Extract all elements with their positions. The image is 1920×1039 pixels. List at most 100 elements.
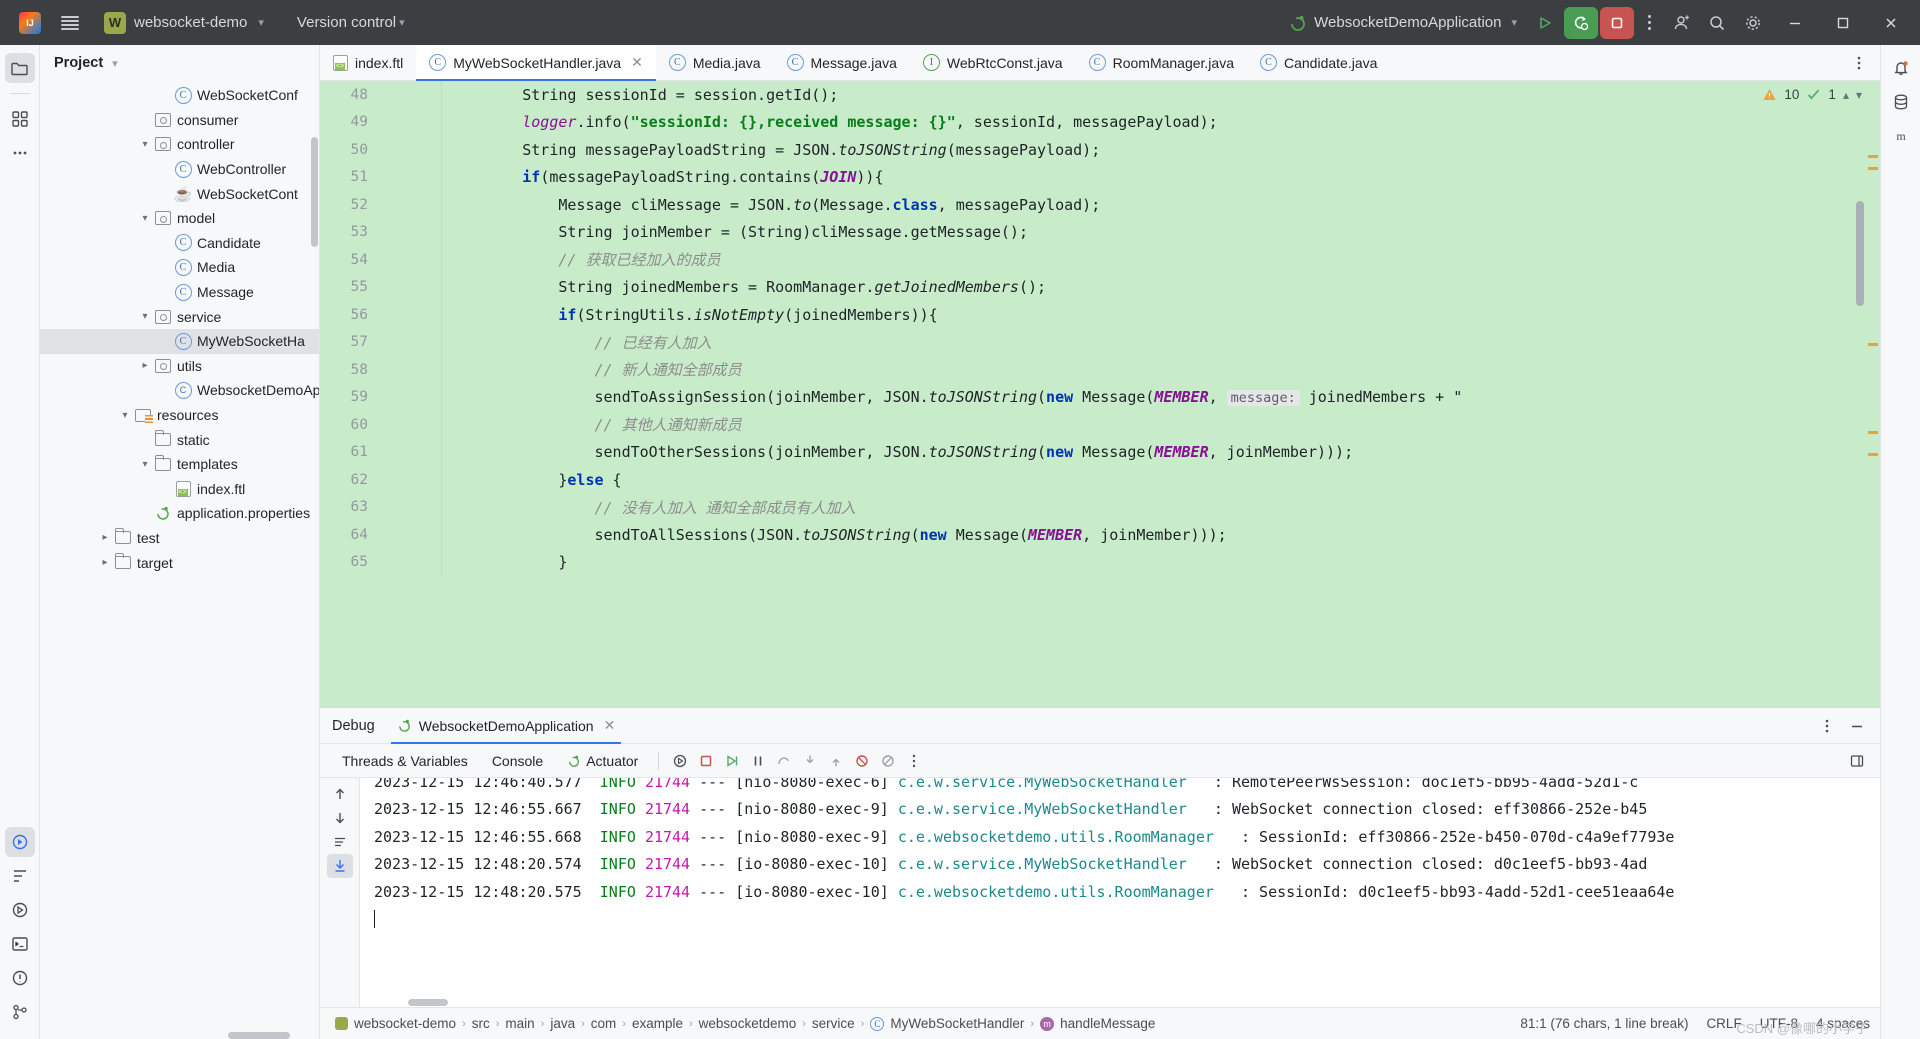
code-line-50[interactable]: 50 String messagePayloadString = JSON.to… [320, 136, 1880, 164]
more-options-icon[interactable] [901, 749, 927, 773]
tree-item-websocketdemoap[interactable]: C WebsocketDemoAp [40, 378, 319, 403]
inspection-widget[interactable]: 10 1 ▴ ▾ [1762, 87, 1862, 102]
chevron-down-icon[interactable]: ▾ [136, 213, 154, 224]
debug-tab-actuator[interactable]: Actuator [555, 749, 650, 773]
step-out-icon[interactable] [823, 749, 849, 773]
database-icon[interactable] [1886, 87, 1916, 117]
tree-vertical-scrollbar[interactable] [311, 137, 318, 247]
chevron-down-icon[interactable]: ▾ [136, 311, 154, 322]
code-folding-gutter[interactable] [382, 218, 442, 246]
code-line-49[interactable]: 49 logger.info("sessionId: {},received m… [320, 108, 1880, 136]
code-folding-gutter[interactable] [382, 438, 442, 466]
structure-icon[interactable] [5, 104, 35, 134]
code-folding-gutter[interactable] [382, 383, 442, 411]
code-line-48[interactable]: 48 String sessionId = session.getId(); [320, 81, 1880, 109]
breadcrumb-item-main[interactable]: main [500, 1014, 539, 1033]
chevron-down-icon[interactable]: ▾ [136, 139, 154, 150]
debug-restart-icon[interactable] [1564, 6, 1598, 39]
code-line-64[interactable]: 64 sendToAllSessions(JSON.toJSONString(n… [320, 521, 1880, 549]
git-icon[interactable] [5, 997, 35, 1027]
scroll-down-icon[interactable] [327, 806, 353, 830]
breadcrumb-item-example[interactable]: example [627, 1014, 688, 1033]
breadcrumb-item-com[interactable]: com [586, 1014, 622, 1033]
debug-icon[interactable] [4, 827, 35, 857]
close-icon[interactable]: ✕ [631, 54, 643, 71]
editor-tab-webrtcconst-java[interactable]: I WebRtcConst.java [910, 45, 1076, 80]
project-folder-icon[interactable] [4, 53, 35, 83]
mute-breakpoints-icon[interactable] [849, 749, 875, 773]
code-folding-gutter[interactable] [382, 521, 442, 549]
maximize-icon[interactable] [1820, 0, 1866, 45]
code-line-55[interactable]: 55 String joinedMembers = RoomManager.ge… [320, 273, 1880, 301]
code-folding-gutter[interactable] [382, 548, 442, 576]
code-line-65[interactable]: 65 } [320, 548, 1880, 576]
breadcrumb-item-service[interactable]: service [807, 1014, 860, 1033]
code-line-60[interactable]: 60 // 其他人通知新成员 [320, 411, 1880, 439]
breadcrumb-item-websocket-demo[interactable]: websocket-demo [330, 1014, 461, 1033]
code-line-57[interactable]: 57 // 已经有人加入 [320, 328, 1880, 356]
more-options-icon[interactable] [1814, 714, 1840, 738]
disable-breakpoints-icon[interactable] [875, 749, 901, 773]
editor-vertical-scrollbar[interactable] [1856, 201, 1864, 306]
notifications-icon[interactable] [1886, 53, 1916, 83]
close-icon[interactable]: ✕ [604, 717, 616, 734]
code-line-54[interactable]: 54 // 获取已经加入的成员 [320, 246, 1880, 274]
tree-item-media[interactable]: C Media [40, 255, 319, 280]
resume-icon[interactable] [719, 749, 745, 773]
project-selector[interactable]: W websocket-demo ▾ [96, 8, 272, 38]
tree-item-index-ftl[interactable]: index.ftl [40, 477, 319, 502]
chevron-down-icon[interactable]: ▾ [136, 459, 154, 470]
account-icon[interactable] [1664, 7, 1698, 39]
breadcrumb-item-src[interactable]: src [467, 1014, 495, 1033]
breadcrumb-item-handlemessage[interactable]: m handleMessage [1035, 1014, 1160, 1033]
pause-icon[interactable] [745, 749, 771, 773]
tree-item-message[interactable]: C Message [40, 280, 319, 305]
code-folding-gutter[interactable] [382, 356, 442, 384]
tree-item-application-properties[interactable]: application.properties [40, 501, 319, 526]
code-lines[interactable]: 48 String sessionId = session.getId(); 49… [320, 81, 1880, 707]
console-output[interactable]: 2023-12-15 12:46:40.577 INFO 21744 --- [… [360, 778, 1880, 1007]
intellij-logo-icon[interactable] [10, 3, 50, 43]
tree-item-candidate[interactable]: C Candidate [40, 231, 319, 256]
code-folding-gutter[interactable] [382, 163, 442, 191]
scroll-to-end-icon[interactable] [326, 854, 353, 878]
editor-tab-candidate-java[interactable]: C Candidate.java [1247, 45, 1390, 80]
search-icon[interactable] [1700, 7, 1734, 39]
chevron-right-icon[interactable]: ▸ [96, 557, 114, 568]
scroll-up-icon[interactable] [327, 782, 353, 806]
minimize-icon[interactable] [1844, 714, 1870, 738]
breadcrumb-item-mywebsockethandler[interactable]: C MyWebSocketHandler [865, 1014, 1029, 1033]
editor-tab-mywebsockethandler-java[interactable]: C MyWebSocketHandler.java ✕ [416, 45, 656, 81]
tree-item-test[interactable]: ▸ test [40, 526, 319, 551]
editor-tab-index-ftl[interactable]: index.ftl [320, 45, 416, 80]
tree-item-consumer[interactable]: consumer [40, 108, 319, 133]
chevron-down-icon[interactable]: ▾ [116, 410, 134, 421]
editor-tab-message-java[interactable]: C Message.java [774, 45, 910, 80]
tree-item-resources[interactable]: ▾ resources [40, 403, 319, 428]
code-line-63[interactable]: 63 // 没有人加入 通知全部成员有人加入 [320, 493, 1880, 521]
breadcrumb-item-java[interactable]: java [545, 1014, 580, 1033]
code-line-56[interactable]: 56 if(StringUtils.isNotEmpty(joinedMembe… [320, 301, 1880, 329]
soft-wrap-icon[interactable] [327, 830, 353, 854]
tree-item-model[interactable]: ▾ model [40, 206, 319, 231]
problems-icon[interactable] [5, 963, 35, 993]
code-line-53[interactable]: 53 String joinMember = (String)cliMessag… [320, 218, 1880, 246]
tree-horizontal-scrollbar[interactable] [228, 1032, 290, 1039]
code-folding-gutter[interactable] [382, 411, 442, 439]
run-icon[interactable] [1528, 7, 1562, 39]
tree-item-service[interactable]: ▾ service [40, 304, 319, 329]
debug-tab-threads-variables[interactable]: Threads & Variables [330, 749, 480, 773]
chevron-down-icon[interactable]: ▾ [1856, 88, 1862, 102]
structure-tool-icon[interactable] [5, 861, 35, 891]
terminal-icon[interactable] [5, 929, 35, 959]
code-folding-gutter[interactable] [382, 301, 442, 329]
more-options-icon[interactable] [1846, 51, 1872, 75]
debug-session-tab[interactable]: WebsocketDemoApplication ✕ [385, 708, 628, 744]
code-editor[interactable]: 48 String sessionId = session.getId(); 49… [320, 81, 1880, 707]
chevron-down-icon[interactable]: ▾ [112, 57, 118, 70]
chevron-right-icon[interactable]: ▸ [136, 360, 154, 371]
breadcrumb-item-websocketdemo[interactable]: websocketdemo [694, 1014, 802, 1033]
project-tree[interactable]: C WebSocketConf consumer ▾ controller C WebCon… [40, 81, 319, 1039]
gear-icon[interactable] [1736, 7, 1770, 39]
run-configuration-selector[interactable]: WebsocketDemoApplication ▾ [1280, 9, 1526, 37]
